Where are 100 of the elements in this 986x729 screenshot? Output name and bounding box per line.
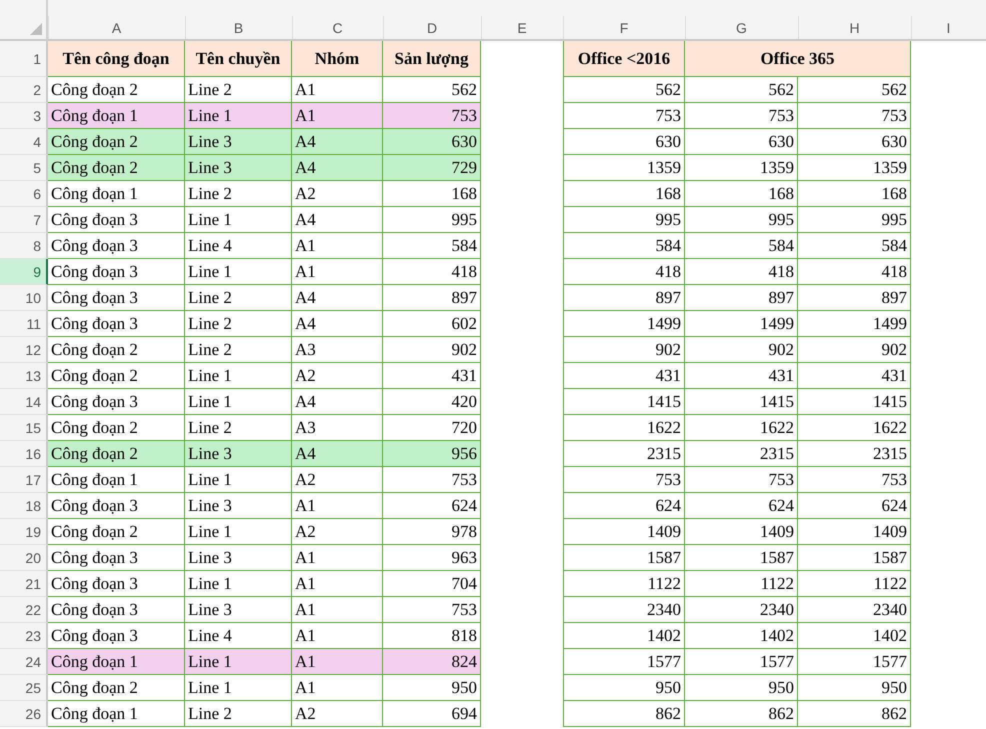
- table-cell: 902: [563, 337, 685, 363]
- table-cell: 630: [798, 129, 911, 155]
- row-header[interactable]: 12: [0, 337, 48, 363]
- column-header[interactable]: B: [185, 0, 292, 41]
- row-header[interactable]: 16: [0, 441, 48, 467]
- column-header[interactable]: E: [481, 0, 563, 41]
- row-header[interactable]: 13: [0, 363, 48, 389]
- table-cell: A4: [292, 129, 383, 155]
- table-cell: A3: [292, 337, 383, 363]
- table-cell: Line 2: [185, 701, 292, 727]
- table-cell: A4: [292, 285, 383, 311]
- row-header[interactable]: 4: [0, 129, 48, 155]
- row-header[interactable]: 19: [0, 519, 48, 545]
- row-header[interactable]: 15: [0, 415, 48, 441]
- row-header[interactable]: 10: [0, 285, 48, 311]
- table-cell: Line 1: [185, 649, 292, 675]
- row-header[interactable]: 8: [0, 233, 48, 259]
- table-cell: 1415: [685, 389, 798, 415]
- row-header[interactable]: 1: [0, 41, 48, 77]
- table-cell: 897: [383, 285, 481, 311]
- table-cell: Công đoạn 3: [48, 493, 185, 519]
- table-cell: 862: [685, 701, 798, 727]
- table-cell: 418: [685, 259, 798, 285]
- table-cell: 818: [383, 623, 481, 649]
- table-cell: 753: [563, 103, 685, 129]
- table-cell: Công đoạn 2: [48, 363, 185, 389]
- column-header[interactable]: F: [563, 0, 685, 41]
- table-cell: Công đoạn 3: [48, 285, 185, 311]
- table-cell: 753: [383, 103, 481, 129]
- table-cell: 1402: [798, 623, 911, 649]
- table-cell: Line 1: [185, 259, 292, 285]
- row-header[interactable]: 9: [0, 259, 48, 285]
- table-cell: 624: [383, 493, 481, 519]
- column-header[interactable]: G: [685, 0, 798, 41]
- table-cell: 753: [798, 103, 911, 129]
- row-header[interactable]: 20: [0, 545, 48, 571]
- table-cell: A1: [292, 493, 383, 519]
- select-all-button[interactable]: [0, 0, 48, 41]
- table-cell: Công đoạn 2: [48, 441, 185, 467]
- table-cell: A1: [292, 597, 383, 623]
- table-cell: 1415: [563, 389, 685, 415]
- row-header[interactable]: 3: [0, 103, 48, 129]
- table-cell: 1359: [798, 155, 911, 181]
- table-cell: Line 2: [185, 337, 292, 363]
- table-cell: 168: [798, 181, 911, 207]
- table-cell: A1: [292, 545, 383, 571]
- table-cell: Công đoạn 3: [48, 389, 185, 415]
- row-header[interactable]: 18: [0, 493, 48, 519]
- column-header[interactable]: D: [383, 0, 481, 41]
- table-cell: Công đoạn 1: [48, 649, 185, 675]
- table-cell: 562: [563, 77, 685, 103]
- table-cell: 2315: [685, 441, 798, 467]
- table-cell: 168: [685, 181, 798, 207]
- column-header[interactable]: H: [798, 0, 911, 41]
- column-header[interactable]: A: [48, 0, 185, 41]
- table-cell: Công đoạn 3: [48, 259, 185, 285]
- column-header[interactable]: C: [292, 0, 383, 41]
- table-cell: 2315: [798, 441, 911, 467]
- table-cell: Công đoạn 3: [48, 233, 185, 259]
- row-header[interactable]: 25: [0, 675, 48, 701]
- table-cell: Công đoạn 3: [48, 311, 185, 337]
- row-header[interactable]: 21: [0, 571, 48, 597]
- table-cell: 950: [798, 675, 911, 701]
- table-cell: 720: [383, 415, 481, 441]
- row-header[interactable]: 14: [0, 389, 48, 415]
- row-header[interactable]: 23: [0, 623, 48, 649]
- table-cell: 630: [383, 129, 481, 155]
- row-header[interactable]: 24: [0, 649, 48, 675]
- table-cell: 584: [383, 233, 481, 259]
- row-header[interactable]: 11: [0, 311, 48, 337]
- row-header[interactable]: 26: [0, 701, 48, 727]
- table-header: Tên công đoạn: [48, 41, 185, 77]
- row-header[interactable]: 7: [0, 207, 48, 233]
- table-cell: 704: [383, 571, 481, 597]
- table-cell: 418: [383, 259, 481, 285]
- row-header[interactable]: 6: [0, 181, 48, 207]
- table-cell: A2: [292, 363, 383, 389]
- table-cell: 1587: [798, 545, 911, 571]
- table-cell: 1359: [685, 155, 798, 181]
- table-cell: 1622: [685, 415, 798, 441]
- table-cell: Line 4: [185, 233, 292, 259]
- column-header[interactable]: I: [911, 0, 986, 41]
- table-header: Office <2016: [563, 41, 685, 77]
- table-cell: 753: [383, 597, 481, 623]
- table-cell: 584: [563, 233, 685, 259]
- table-cell: 753: [685, 103, 798, 129]
- table-cell: 562: [383, 77, 481, 103]
- table-cell: A1: [292, 649, 383, 675]
- table-cell: Line 1: [185, 571, 292, 597]
- table-cell: 950: [563, 675, 685, 701]
- row-header[interactable]: 2: [0, 77, 48, 103]
- table-cell: Line 1: [185, 103, 292, 129]
- table-cell: Line 1: [185, 675, 292, 701]
- table-cell: Line 2: [185, 285, 292, 311]
- table-cell: 753: [798, 467, 911, 493]
- table-cell: Line 3: [185, 129, 292, 155]
- row-header[interactable]: 17: [0, 467, 48, 493]
- table-cell: Công đoạn 1: [48, 181, 185, 207]
- row-header[interactable]: 22: [0, 597, 48, 623]
- row-header[interactable]: 5: [0, 155, 48, 181]
